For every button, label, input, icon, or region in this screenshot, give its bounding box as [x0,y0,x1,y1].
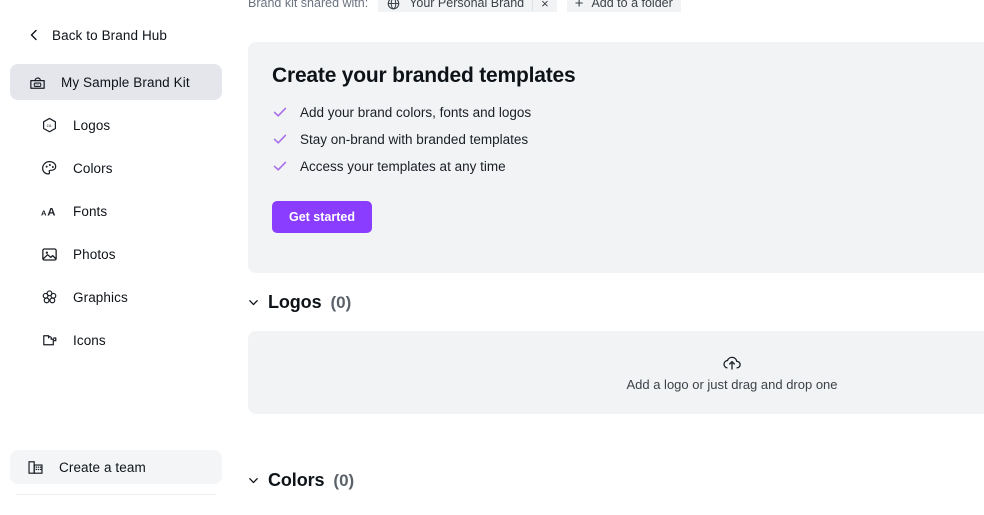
sidebar-item-icons[interactable]: Icons [10,322,222,358]
cloud-upload-icon [723,356,741,370]
sidebar-item-fonts[interactable]: A A Fonts [10,193,222,229]
create-team-section: Create a team [0,450,232,515]
plus-icon: + [574,0,584,12]
sidebar-item-graphics[interactable]: Graphics [10,279,222,315]
share-label: Brand kit shared with: [248,0,369,10]
section-header-colors[interactable]: Colors (0) [232,470,354,491]
globe-icon [387,0,400,9]
get-started-button[interactable]: Get started [272,201,372,233]
brand-kit-page: Back to Brand Hub co. My Sample Brand Ki… [0,0,984,515]
promo-bullet-label: Stay on-brand with branded templates [300,131,529,147]
chip-divider [532,0,534,11]
photo-icon [42,247,57,261]
logo-dropzone-label: Add a logo or just drag and drop one [626,376,838,392]
promo-bullet: Access your templates at any time [272,158,575,174]
section-title: Colors [268,470,325,490]
sidebar-item-label: Photos [73,246,116,262]
svg-text:co.: co. [36,82,40,86]
logo-dropzone[interactable]: Add a logo or just drag and drop one [248,331,984,414]
sidebar-bottom-spacer [10,495,222,515]
sidebar-nav: co. My Sample Brand Kit co. Logos Colors… [0,64,232,358]
sidebar-item-label: Icons [73,332,106,348]
svg-text:A: A [47,206,55,218]
promo-title: Create your branded templates [272,64,576,87]
logo-hexagon-icon: co. [42,117,57,132]
svg-text:co.: co. [47,122,53,127]
close-icon[interactable]: × [541,0,549,11]
sidebar-item-label: Logos [73,117,111,133]
create-a-team-button[interactable]: Create a team [10,450,222,484]
promo-card: Create your branded templates Add your b… [248,42,984,273]
section-header-logos[interactable]: Logos (0) [232,292,351,313]
promo-bullet: Add your brand colors, fonts and logos [272,104,575,120]
check-icon [273,107,287,117]
sidebar-item-label: Graphics [73,289,128,305]
promo-bullet-label: Access your templates at any time [300,158,506,174]
building-icon [28,460,43,474]
promo-text-block: Create your branded templates Add your b… [272,64,576,233]
icons-puzzle-icon [43,334,57,345]
share-bar: Brand kit shared with: Your Personal Bra… [232,0,984,12]
sidebar-item-photos[interactable]: Photos [10,236,222,272]
brand-kit-icon: co. [30,76,45,89]
check-icon [273,134,287,144]
sidebar-item-label: Fonts [73,203,108,219]
create-a-team-label: Create a team [59,459,146,475]
sidebar-item-label: Colors [73,160,113,176]
font-aa-icon: A A [41,206,56,218]
check-icon [273,161,287,171]
back-to-brand-hub-label: Back to Brand Hub [52,27,168,43]
promo-bullet: Stay on-brand with branded templates [272,131,575,147]
sidebar-item-my-sample-brand-kit[interactable]: co. My Sample Brand Kit [10,64,222,100]
palette-icon [42,160,57,175]
section-count: (0) [333,471,355,490]
add-to-folder-label: Add to a folder [591,0,673,10]
sidebar-item-label: My Sample Brand Kit [61,74,190,90]
add-to-folder-button[interactable]: + Add to a folder [566,0,681,12]
shared-with-chip-label: Your Personal Brand [409,0,525,10]
chevron-down-icon [249,300,258,306]
svg-text:A: A [41,208,47,217]
sidebar-item-logos[interactable]: co. Logos [10,107,222,143]
back-to-brand-hub-button[interactable]: Back to Brand Hub [0,20,232,50]
sidebar: Back to Brand Hub co. My Sample Brand Ki… [0,0,232,515]
main-content: Brand kit shared with: Your Personal Bra… [232,0,984,515]
graphics-flower-icon [42,289,57,303]
chevron-down-icon [249,478,258,484]
section-count: (0) [330,293,352,312]
promo-bullet-label: Add your brand colors, fonts and logos [300,104,532,120]
chevron-left-icon [30,29,37,41]
shared-with-chip[interactable]: Your Personal Brand × [378,0,557,12]
sidebar-item-colors[interactable]: Colors [10,150,222,186]
section-title: Logos [268,292,322,312]
